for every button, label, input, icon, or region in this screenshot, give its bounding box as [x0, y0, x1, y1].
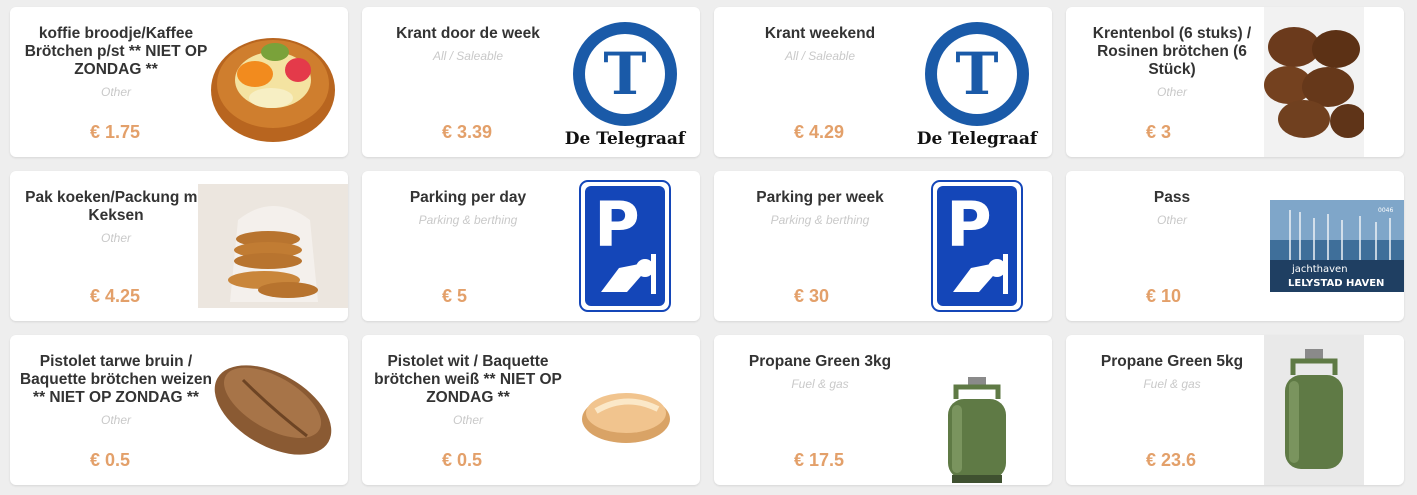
product-price: € 10: [1146, 286, 1182, 306]
product-price: € 4.29: [794, 122, 845, 142]
parking-sign-icon: P: [902, 171, 1052, 321]
product-name: Pistolet tarwe bruin / Baquette brötchen…: [19, 353, 213, 427]
product-category: Other: [1156, 85, 1187, 99]
product-price: € 3: [1146, 122, 1172, 142]
product-card[interactable]: Krant weekend All / Saleable € 4.29 T De …: [714, 7, 1052, 157]
product-category: Fuel & gas: [791, 377, 849, 391]
product-card[interactable]: Krant door de week All / Saleable € 3.39 …: [362, 7, 700, 157]
product-name: Krant weekend All / Saleable: [722, 25, 918, 65]
white-roll-image: [550, 335, 700, 485]
product-category: All / Saleable: [784, 49, 856, 63]
telegraaf-logo: T De Telegraaf: [550, 7, 700, 157]
product-grid: koffie broodje/Kaffee Brötchen p/st ** N…: [0, 0, 1417, 495]
product-card[interactable]: Krentenbol (6 stuks) / Rosinen brötchen …: [1066, 7, 1404, 157]
product-price: € 1.75: [90, 122, 141, 142]
product-card[interactable]: Parking per day Parking & berthing € 5 P: [362, 171, 700, 321]
product-price: € 0.5: [90, 450, 131, 470]
product-card[interactable]: Pistolet tarwe bruin / Baquette brötchen…: [10, 335, 348, 485]
product-name: Parking per week Parking & berthing: [722, 189, 918, 229]
product-info: Parking per week Parking & berthing € 30: [714, 171, 926, 321]
product-name: Parking per day Parking & berthing: [370, 189, 566, 229]
product-price: € 17.5: [794, 450, 845, 470]
product-category: Other: [100, 231, 131, 245]
product-info: Pass Other € 10: [1066, 171, 1278, 321]
svg-text:T: T: [955, 40, 998, 108]
product-card[interactable]: Pak koeken/Packung mit Keksen Other € 4.2…: [10, 171, 348, 321]
product-info: Pistolet wit / Baquette brötchen weiß **…: [362, 335, 574, 485]
product-name: Pistolet wit / Baquette brötchen weiß **…: [370, 353, 566, 429]
product-card[interactable]: Propane Green 3kg Fuel & gas € 17.5: [714, 335, 1052, 485]
product-price: € 5: [442, 286, 468, 306]
telegraaf-logo: T De Telegraaf: [902, 7, 1052, 157]
harbour-pass-image: 0046 jachthaven LELYSTAD HAVEN: [1266, 171, 1404, 321]
product-info: koffie broodje/Kaffee Brötchen p/st ** N…: [10, 7, 222, 157]
product-price: € 0.5: [442, 450, 483, 470]
product-price: € 23.6: [1146, 450, 1197, 470]
product-card[interactable]: Pass Other € 10 0046 jachthaven LELYSTAD …: [1066, 171, 1404, 321]
product-category: All / Saleable: [432, 49, 504, 63]
stroopwafel-pack-image: [198, 171, 348, 321]
product-category: Parking & berthing: [770, 213, 870, 227]
product-card[interactable]: Propane Green 5kg Fuel & gas € 23.6: [1066, 335, 1404, 485]
product-info: Pak koeken/Packung mit Keksen Other € 4.2…: [10, 171, 222, 321]
pass-line1: jachthaven: [1291, 264, 1348, 275]
fruit-pastry-image: [198, 7, 348, 157]
product-name: Propane Green 3kg Fuel & gas: [722, 353, 918, 393]
product-info: Parking per day Parking & berthing € 5: [362, 171, 574, 321]
product-category: Other: [1156, 213, 1187, 227]
svg-text:P: P: [594, 188, 639, 261]
product-info: Krant weekend All / Saleable € 4.29: [714, 7, 926, 157]
product-category: Fuel & gas: [1143, 377, 1201, 391]
product-name: Pak koeken/Packung mit Keksen Other: [18, 189, 214, 247]
product-category: Other: [452, 413, 483, 427]
gas-bottle-image: [902, 335, 1052, 485]
product-card[interactable]: Parking per week Parking & berthing € 30 …: [714, 171, 1052, 321]
logo-text: De Telegraaf: [917, 129, 1039, 149]
product-info: Krant door de week All / Saleable € 3.39: [362, 7, 574, 157]
pass-number: 0046: [1378, 207, 1393, 214]
product-name: Krentenbol (6 stuks) / Rosinen brötchen …: [1074, 25, 1270, 101]
product-price: € 30: [794, 286, 830, 306]
product-category: Other: [100, 85, 131, 99]
product-category: Parking & berthing: [418, 213, 518, 227]
product-info: Pistolet tarwe bruin / Baquette brötchen…: [10, 335, 222, 485]
product-name: Propane Green 5kg Fuel & gas: [1074, 353, 1270, 393]
product-price: € 4.25: [90, 286, 141, 306]
product-name: Krant door de week All / Saleable: [370, 25, 566, 65]
gas-bottle-image: [1264, 335, 1364, 485]
product-info: Propane Green 5kg Fuel & gas € 23.6: [1066, 335, 1278, 485]
pass-line2: LELYSTAD HAVEN: [1288, 278, 1384, 289]
product-info: Propane Green 3kg Fuel & gas € 17.5: [714, 335, 926, 485]
logo-text: De Telegraaf: [565, 129, 687, 149]
product-info: Krentenbol (6 stuks) / Rosinen brötchen …: [1066, 7, 1278, 157]
svg-text:T: T: [603, 40, 646, 108]
brown-roll-image: [198, 335, 348, 485]
product-name: koffie broodje/Kaffee Brötchen p/st ** N…: [18, 25, 214, 101]
svg-text:P: P: [946, 188, 991, 261]
currant-buns-image: [1264, 7, 1364, 157]
product-category: Other: [100, 413, 131, 427]
parking-sign-icon: P: [550, 171, 700, 321]
product-card[interactable]: koffie broodje/Kaffee Brötchen p/st ** N…: [10, 7, 348, 157]
product-name: Pass Other: [1074, 189, 1270, 229]
product-card[interactable]: Pistolet wit / Baquette brötchen weiß **…: [362, 335, 700, 485]
product-price: € 3.39: [442, 122, 493, 142]
